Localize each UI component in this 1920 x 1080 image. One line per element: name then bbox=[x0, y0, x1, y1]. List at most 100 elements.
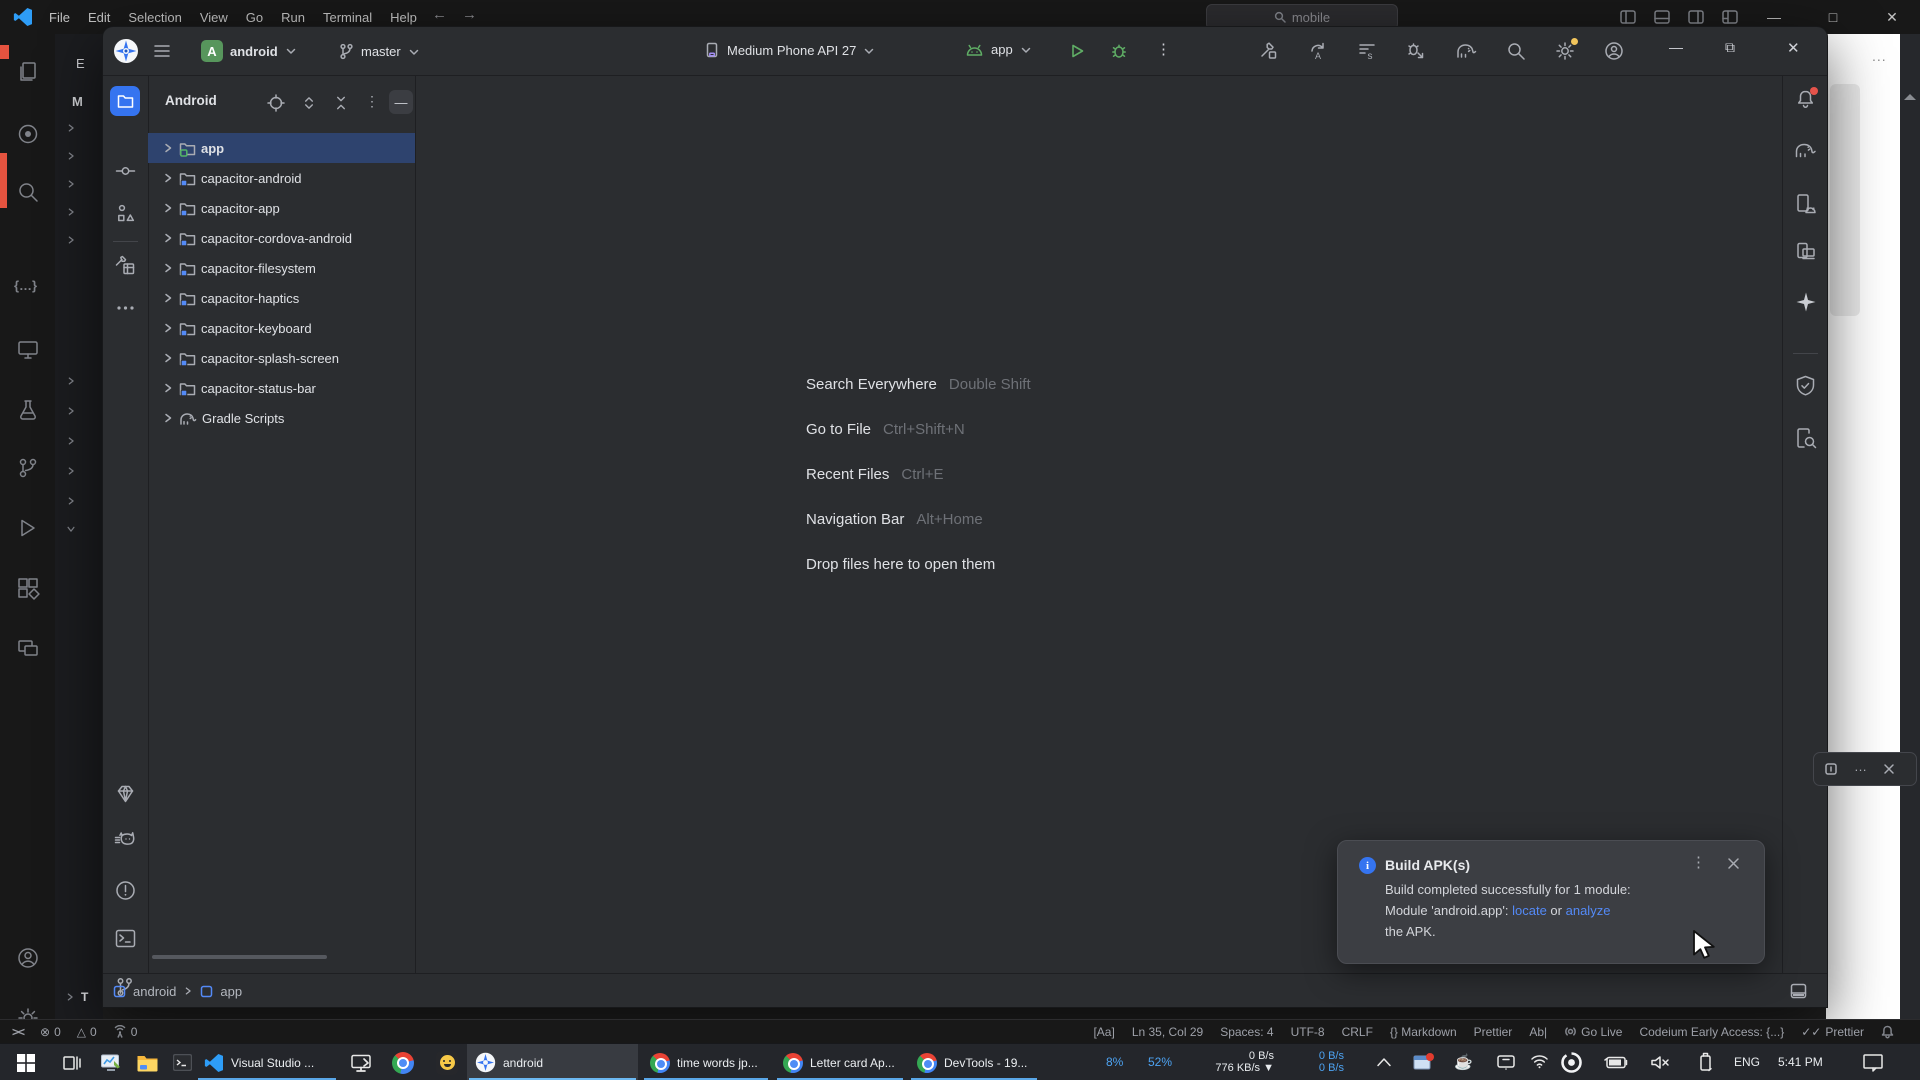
taskbar-chrome3-button[interactable]: DevTools - 19... bbox=[909, 1044, 1039, 1080]
status-language-mode[interactable]: {} Markdown bbox=[1390, 1025, 1457, 1039]
profile-avatar-icon[interactable] bbox=[1604, 41, 1624, 61]
terminal-tool-icon[interactable] bbox=[115, 929, 136, 948]
tray-expand-icon[interactable] bbox=[1376, 1057, 1392, 1067]
tray-cpu-usage[interactable]: 8% bbox=[1106, 1055, 1123, 1069]
tree-row[interactable]: capacitor-keyboard bbox=[148, 313, 415, 343]
ports-indicator[interactable]: 0 bbox=[113, 1025, 138, 1039]
gradle-tool-icon[interactable] bbox=[1794, 141, 1817, 159]
profiler-icon[interactable]: s bbox=[1357, 41, 1377, 61]
status-indentation[interactable]: Spaces: 4 bbox=[1220, 1025, 1273, 1039]
notification-more-icon[interactable]: ⋮ bbox=[1691, 853, 1706, 871]
tray-network2-speed[interactable]: 0 B/s 0 B/s bbox=[1300, 1050, 1344, 1074]
settings-button[interactable] bbox=[1555, 41, 1575, 61]
status-eol[interactable]: CRLF bbox=[1342, 1025, 1373, 1039]
search-sidebar-icon[interactable] bbox=[16, 180, 40, 204]
action-center-icon[interactable] bbox=[1862, 1053, 1884, 1072]
taskbar-monitor-button[interactable] bbox=[342, 1044, 380, 1080]
app-insights-shield-icon[interactable] bbox=[1795, 375, 1816, 397]
taskbar-chrome2-button[interactable]: Letter card Ap... bbox=[775, 1044, 905, 1080]
sync-gradle-icon[interactable] bbox=[1455, 42, 1477, 60]
testing-beaker-icon[interactable] bbox=[16, 398, 40, 422]
explorer-icon[interactable] bbox=[16, 60, 40, 84]
tree-row[interactable]: capacitor-cordova-android bbox=[148, 223, 415, 253]
breadcrumb-project[interactable]: android bbox=[133, 984, 176, 999]
run-configuration[interactable]: app bbox=[965, 42, 1032, 57]
running-devices-icon[interactable] bbox=[1795, 193, 1817, 215]
warnings-indicator[interactable]: △0 bbox=[77, 1025, 97, 1039]
record-circle-icon[interactable] bbox=[16, 122, 40, 146]
studio-minimize-button[interactable]: — bbox=[1669, 39, 1683, 55]
status-cursor-position[interactable]: Ln 35, Col 29 bbox=[1132, 1025, 1203, 1039]
status-aa[interactable]: [Aa] bbox=[1093, 1025, 1114, 1039]
attach-debugger-icon[interactable] bbox=[1406, 41, 1426, 61]
tree-horizontal-scrollbar[interactable] bbox=[152, 955, 327, 959]
collapse-all-icon[interactable] bbox=[333, 95, 349, 111]
chevron-right-icon[interactable] bbox=[66, 436, 76, 446]
extensions-icon[interactable] bbox=[16, 576, 40, 600]
commit-tool-icon[interactable] bbox=[115, 161, 136, 181]
status-go-live[interactable]: Go Live bbox=[1564, 1025, 1622, 1039]
scroll-up-arrow-icon[interactable] bbox=[1904, 94, 1916, 100]
dock-pin-icon[interactable] bbox=[1824, 762, 1838, 776]
chevron-right-icon[interactable] bbox=[66, 179, 76, 189]
tree-row-gradle-scripts[interactable]: Gradle Scripts bbox=[148, 403, 415, 433]
status-ab[interactable]: Ab| bbox=[1529, 1025, 1547, 1039]
menu-file[interactable]: File bbox=[40, 0, 79, 34]
nav-forward-icon[interactable]: → bbox=[462, 6, 477, 23]
problems-tool-icon[interactable] bbox=[115, 880, 136, 901]
snip-sketch-button[interactable] bbox=[92, 1044, 130, 1080]
notifications-bell-button[interactable] bbox=[1795, 89, 1816, 110]
project-tool-button[interactable] bbox=[110, 86, 140, 116]
errors-indicator[interactable]: ⊗0 bbox=[40, 1025, 61, 1039]
device-manager-icon[interactable] bbox=[1795, 241, 1817, 263]
toggle-panel-icon[interactable] bbox=[1654, 10, 1670, 25]
status-prettier-check[interactable]: ✓✓Prettier bbox=[1801, 1025, 1864, 1039]
device-explorer-icon[interactable] bbox=[1795, 427, 1817, 449]
device-selector[interactable]: Medium Phone API 27 bbox=[703, 42, 875, 59]
tray-clock[interactable]: 5:41 PM bbox=[1778, 1055, 1823, 1069]
chevron-right-icon[interactable] bbox=[162, 232, 174, 244]
notification-close-icon[interactable] bbox=[1727, 857, 1740, 870]
editor-scrollbar-thumb[interactable] bbox=[1830, 84, 1860, 316]
tree-row-app[interactable]: app bbox=[148, 133, 415, 163]
panel-close-icon[interactable] bbox=[1883, 763, 1895, 775]
studio-restore-button[interactable]: ⧉ bbox=[1725, 39, 1735, 56]
tree-row[interactable]: capacitor-splash-screen bbox=[148, 343, 415, 373]
toggle-secondary-sidebar-icon[interactable] bbox=[1688, 10, 1704, 25]
taskbar-vscode-button[interactable]: Visual Studio ... bbox=[196, 1044, 338, 1080]
chevron-right-icon[interactable] bbox=[66, 207, 76, 217]
chevron-right-icon[interactable] bbox=[66, 466, 76, 476]
structure-tool-icon[interactable] bbox=[115, 203, 136, 224]
vscode-close-button[interactable]: ✕ bbox=[1875, 0, 1909, 34]
breadcrumb-module[interactable]: app bbox=[220, 984, 242, 999]
timeline-chevron-icon[interactable] bbox=[65, 992, 75, 1002]
branch-widget[interactable]: master bbox=[339, 43, 420, 60]
chevron-right-icon[interactable] bbox=[66, 496, 76, 506]
chevron-right-icon[interactable] bbox=[66, 406, 76, 416]
tray-network-speed[interactable]: 0 B/s 776 KB/s ▼ bbox=[1188, 1050, 1274, 1074]
gemini-tool-icon[interactable] bbox=[114, 784, 137, 804]
notifications-bell-icon[interactable] bbox=[1881, 1025, 1894, 1039]
layout-panel-icon[interactable] bbox=[1790, 983, 1807, 999]
taskbar-chrome-button[interactable] bbox=[384, 1044, 422, 1080]
live-share-icon[interactable] bbox=[16, 636, 40, 660]
tray-language[interactable]: ENG bbox=[1734, 1055, 1760, 1069]
chevron-right-icon[interactable] bbox=[66, 123, 76, 133]
apply-changes-icon[interactable]: A bbox=[1308, 41, 1328, 61]
analyze-link[interactable]: analyze bbox=[1566, 903, 1611, 918]
tray-memory-usage[interactable]: 52% bbox=[1148, 1055, 1172, 1069]
chevron-right-icon[interactable] bbox=[66, 376, 76, 386]
wifi-icon[interactable] bbox=[1530, 1054, 1549, 1069]
tree-row[interactable]: capacitor-status-bar bbox=[148, 373, 415, 403]
status-encoding[interactable]: UTF-8 bbox=[1291, 1025, 1325, 1039]
studio-close-button[interactable]: ✕ bbox=[1787, 39, 1800, 57]
locate-file-icon[interactable] bbox=[267, 94, 285, 112]
tree-row[interactable]: capacitor-app bbox=[148, 193, 415, 223]
locate-link[interactable]: locate bbox=[1512, 903, 1547, 918]
tray-cast-icon[interactable] bbox=[1496, 1054, 1516, 1071]
expand-all-icon[interactable] bbox=[301, 95, 317, 111]
panel-options-icon[interactable]: ⋮ bbox=[365, 93, 379, 110]
hide-panel-button[interactable]: — bbox=[389, 90, 413, 114]
status-codeium[interactable]: Codeium Early Access: {...} bbox=[1639, 1025, 1784, 1039]
chevron-right-icon[interactable] bbox=[162, 382, 174, 394]
